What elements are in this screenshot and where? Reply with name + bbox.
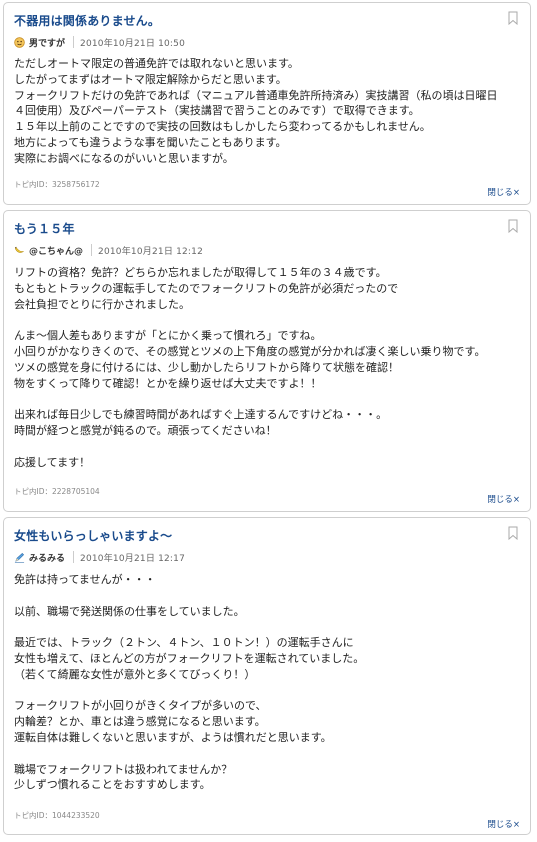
meta-divider (73, 36, 75, 48)
post-body: ただしオートマ限定の普通免許では取れないと思います。 したがってまずはオートマ限… (14, 56, 522, 167)
bookmark-icon[interactable] (508, 219, 518, 233)
close-link[interactable]: 閉じる× (487, 186, 520, 198)
post-title: もう１５年 (14, 222, 75, 236)
post-line: 時間が経つと感覚が鈍るので。頑張ってくださいね！ (14, 423, 277, 437)
post-line: （若くて綺麗な女性が意外と多くてびっくり！） (14, 667, 256, 681)
bookmark-icon[interactable] (508, 526, 518, 540)
post-meta: みるみる 2010年10月21日 12:17 (14, 550, 185, 564)
post-title: 女性もいらっしゃいますよ～ (14, 529, 173, 543)
post-line: んま～個人差もありますが「とにかく乗って慣れろ」ですね。 (14, 329, 322, 343)
post-title: 不器用は関係ありません。 (14, 14, 161, 28)
post-line: 地方によっても違うような事を聞いたこともあります。 (14, 135, 287, 149)
post-line: 少しずつ慣れることをおすすめします。 (14, 778, 211, 792)
post-line (14, 391, 522, 407)
meta-divider (91, 244, 93, 256)
post-line (14, 439, 522, 455)
post-line: 以前、職場で発送関係の仕事をしていました。 (14, 604, 245, 618)
post-line: 職場でフォークリフトは扱われてませんか？ (14, 762, 233, 776)
post-body: 免許は持ってませんが・・・ 以前、職場で発送関係の仕事をしていました。 最近では… (14, 572, 522, 793)
post-line: 内輪差？とか、車とは違う感覚になると思います。 (14, 715, 266, 729)
post-date: 2010年10月21日 12:12 (98, 246, 204, 257)
post-line: 小回りがかなりきくので、その感覚とツメの上下角度の感覚が分かれば凄く楽しい乗り物… (14, 344, 486, 358)
post-body: リフトの資格？免許？どちらか忘れましたが取得して１５年の３４歳です。 もともとト… (14, 265, 522, 470)
topic-id: トピ内ID：2228705104 (14, 487, 100, 496)
post-line: 物をすくって降りて確認！とかを繰り返せば大丈夫ですよ！！ (14, 376, 322, 390)
post-line: １５年以上前のことですので実技の回数はもしかしたら変わってるかもしれません。 (14, 120, 431, 134)
pen-avatar-icon (14, 552, 25, 563)
post-line (14, 619, 522, 635)
post-line: 最近では、トラック（２トン、４トン、１０トン！）の運転手さんに (14, 636, 354, 650)
post-line: 女性も増えて、ほとんどの方がフォークリフトを運転されていました。 (14, 651, 365, 665)
bookmark-icon[interactable] (508, 11, 518, 25)
post-line: 応援してます！ (14, 455, 91, 469)
post-line: フォークリフトが小回りがきくタイプが多いので、 (14, 699, 267, 713)
post-line (14, 588, 522, 604)
post-line: ４回使用）及びペーパーテスト（実技講習で習うことのみです）で取得できます。 (14, 104, 420, 118)
face-avatar-icon (14, 36, 25, 48)
post-line (14, 683, 522, 699)
post-line: フォークリフトだけの免許であれば（マニュアル普通車免許所持済み）実技講習（私の頃… (14, 88, 498, 102)
close-link[interactable]: 閉じる× (487, 493, 520, 505)
post-line: 免許は持ってませんが・・・ (14, 573, 156, 586)
topic-id: トピ内ID：3258756172 (14, 180, 100, 189)
post-card: 不器用は関係ありません。 男ですが 2010年10月21日 10:50 ただしオ… (3, 2, 531, 205)
post-line (14, 746, 522, 762)
post-line: 会社負担でとりに行かされました。 (14, 297, 190, 311)
post-line: 運転自体は難しくないと思いますが、ようは慣れだと思います。 (14, 730, 332, 744)
post-line: もともとトラックの運転手してたのでフォークリフトの免許が必須だったので (14, 281, 399, 295)
post-line: したがってまずはオートマ限定解除からだと思います。 (14, 72, 287, 86)
post-line: ただしオートマ限定の普通免許では取れないと思います。 (14, 57, 299, 70)
post-line: 出来れば毎日少しでも練習時間があればすぐ上達するんですけどね・・・。 (14, 408, 388, 422)
post-date: 2010年10月21日 12:17 (80, 553, 186, 564)
banana-avatar-icon (14, 246, 24, 253)
post-meta: 男ですが 2010年10月21日 10:50 (14, 35, 185, 49)
meta-divider (73, 551, 75, 563)
post-line (14, 312, 522, 328)
close-link[interactable]: 閉じる× (487, 818, 520, 830)
author-name[interactable]: @こちゃん@ (29, 244, 83, 257)
author-name[interactable]: 男ですが (29, 36, 65, 49)
post-card: 女性もいらっしゃいますよ～ みるみる 2010年10月21日 12:17 免許は… (3, 517, 531, 835)
post-card: もう１５年 @こちゃん@ 2010年10月21日 12:12 リフトの資格？免許… (3, 210, 531, 512)
post-meta: @こちゃん@ 2010年10月21日 12:12 (14, 243, 203, 257)
post-line: リフトの資格？免許？どちらか忘れましたが取得して１５年の３４歳です。 (14, 266, 387, 279)
post-line: 実際にお調べになるのがいいと思いますが。 (14, 151, 234, 165)
post-date: 2010年10月21日 10:50 (80, 38, 186, 49)
post-line: ツメの感覚を身に付けるには、少し動かしたらリフトから降りて状態を確認！ (14, 360, 399, 374)
author-name[interactable]: みるみる (29, 551, 65, 564)
topic-id: トピ内ID：1044233520 (14, 811, 100, 820)
